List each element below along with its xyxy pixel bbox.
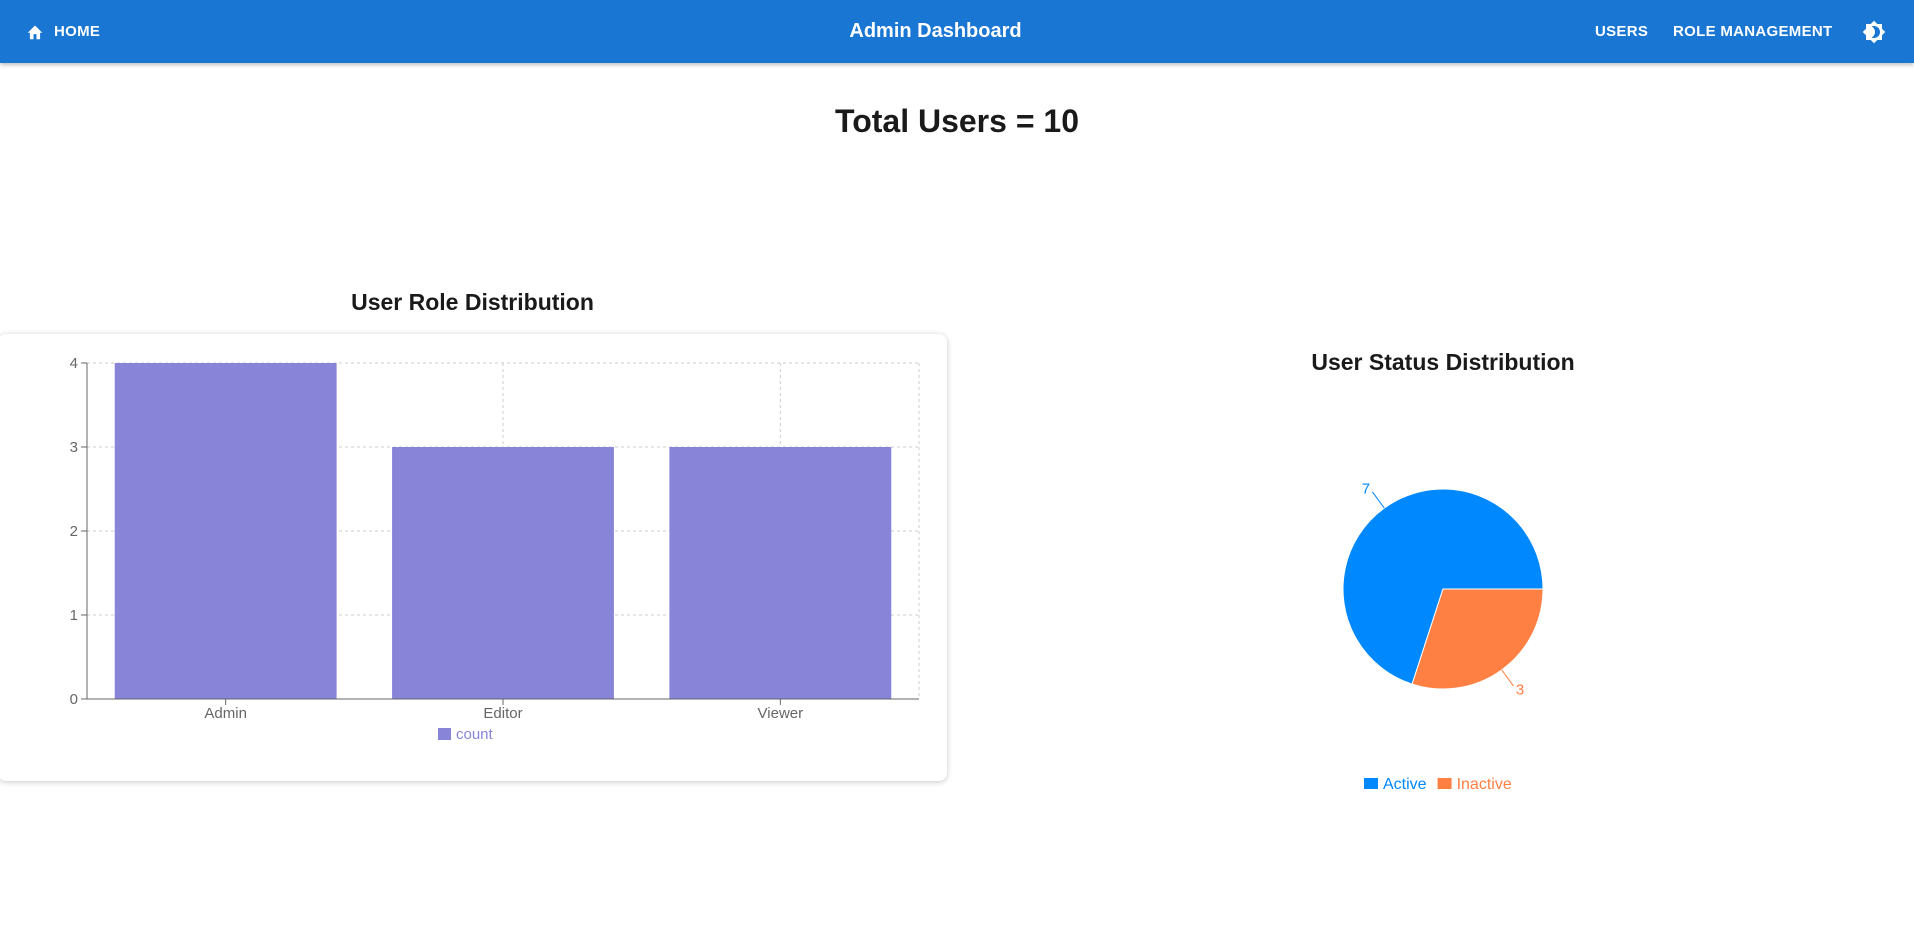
- legend-swatch-active: [1364, 778, 1378, 789]
- home-button[interactable]: HOME: [26, 0, 100, 63]
- y-tick-label: 2: [70, 523, 78, 540]
- role-chart-title: User Role Distribution: [351, 289, 594, 315]
- users-nav-label: USERS: [1595, 23, 1649, 40]
- role-bar-chart: 0 1 2 3 4 Admin Editor Viewer count: [70, 355, 920, 743]
- legend-label-active: Active: [1383, 776, 1427, 793]
- legend-swatch-inactive: [1437, 778, 1452, 789]
- x-tick-label: Editor: [483, 705, 522, 722]
- x-tick-label: Admin: [204, 705, 247, 722]
- pie-label-line: [1501, 669, 1514, 687]
- role-chart-card: 0 1 2 3 4 Admin Editor Viewer count: [0, 334, 947, 781]
- app-bar: HOME Admin Dashboard USERS ROLE MANAGEME…: [0, 0, 1914, 63]
- legend-swatch-count: [438, 728, 451, 740]
- legend-label-inactive: Inactive: [1457, 776, 1512, 793]
- y-tick-label: 3: [70, 439, 78, 456]
- y-tick-label: 4: [70, 355, 78, 372]
- y-tick-label: 1: [70, 607, 78, 624]
- pie-label-line: [1372, 491, 1385, 509]
- total-users-heading: Total Users = 10: [835, 103, 1079, 139]
- x-tick-label: Viewer: [758, 705, 804, 722]
- home-icon: [27, 24, 43, 39]
- bar-editor: [392, 447, 614, 699]
- home-label: HOME: [54, 23, 101, 40]
- admin-dashboard-page: HOME Admin Dashboard USERS ROLE MANAGEME…: [0, 0, 1914, 945]
- y-tick-label: 0: [70, 691, 78, 708]
- users-nav-button[interactable]: USERS: [1595, 0, 1648, 63]
- page-title: Admin Dashboard: [849, 20, 1022, 42]
- pie-value-label: 7: [1362, 481, 1370, 498]
- status-chart-title: User Status Distribution: [1311, 349, 1575, 375]
- status-pie-chart: 7 3 Active Inactive: [1342, 481, 1544, 793]
- brightness-icon: [1862, 20, 1886, 43]
- bar-viewer: [669, 447, 892, 699]
- pie-value-label: 3: [1516, 681, 1524, 698]
- role-management-nav-button[interactable]: ROLE MANAGEMENT: [1673, 0, 1833, 63]
- theme-toggle-button[interactable]: [1862, 0, 1886, 63]
- bar-admin: [114, 363, 337, 699]
- legend-label-count: count: [456, 726, 494, 743]
- role-management-nav-label: ROLE MANAGEMENT: [1673, 23, 1833, 40]
